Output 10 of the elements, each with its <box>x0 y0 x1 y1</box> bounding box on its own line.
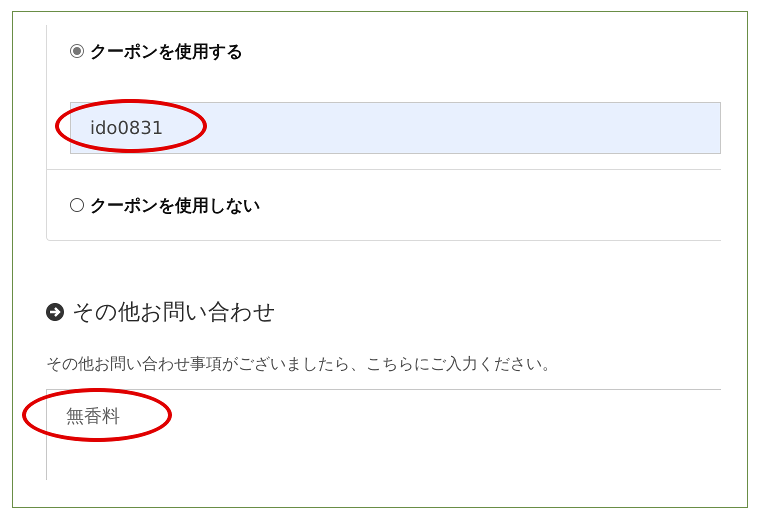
radio-label[interactable]: クーポンを使用する <box>90 40 243 62</box>
radio-button[interactable] <box>70 198 84 212</box>
arrow-circle-icon <box>46 303 64 321</box>
radio-label[interactable]: クーポンを使用しない <box>90 194 260 216</box>
inquiry-text-area[interactable]: 無香料 <box>46 389 721 480</box>
text-area-value: 無香料 <box>66 405 120 428</box>
radio-button[interactable] <box>70 44 84 58</box>
section-description: その他お問い合わせ事項がございましたら、こちらにご入力ください。 <box>46 354 559 375</box>
section-heading: その他お問い合わせ <box>72 299 276 327</box>
coupon-code-field[interactable]: ido0831 <box>70 102 721 154</box>
